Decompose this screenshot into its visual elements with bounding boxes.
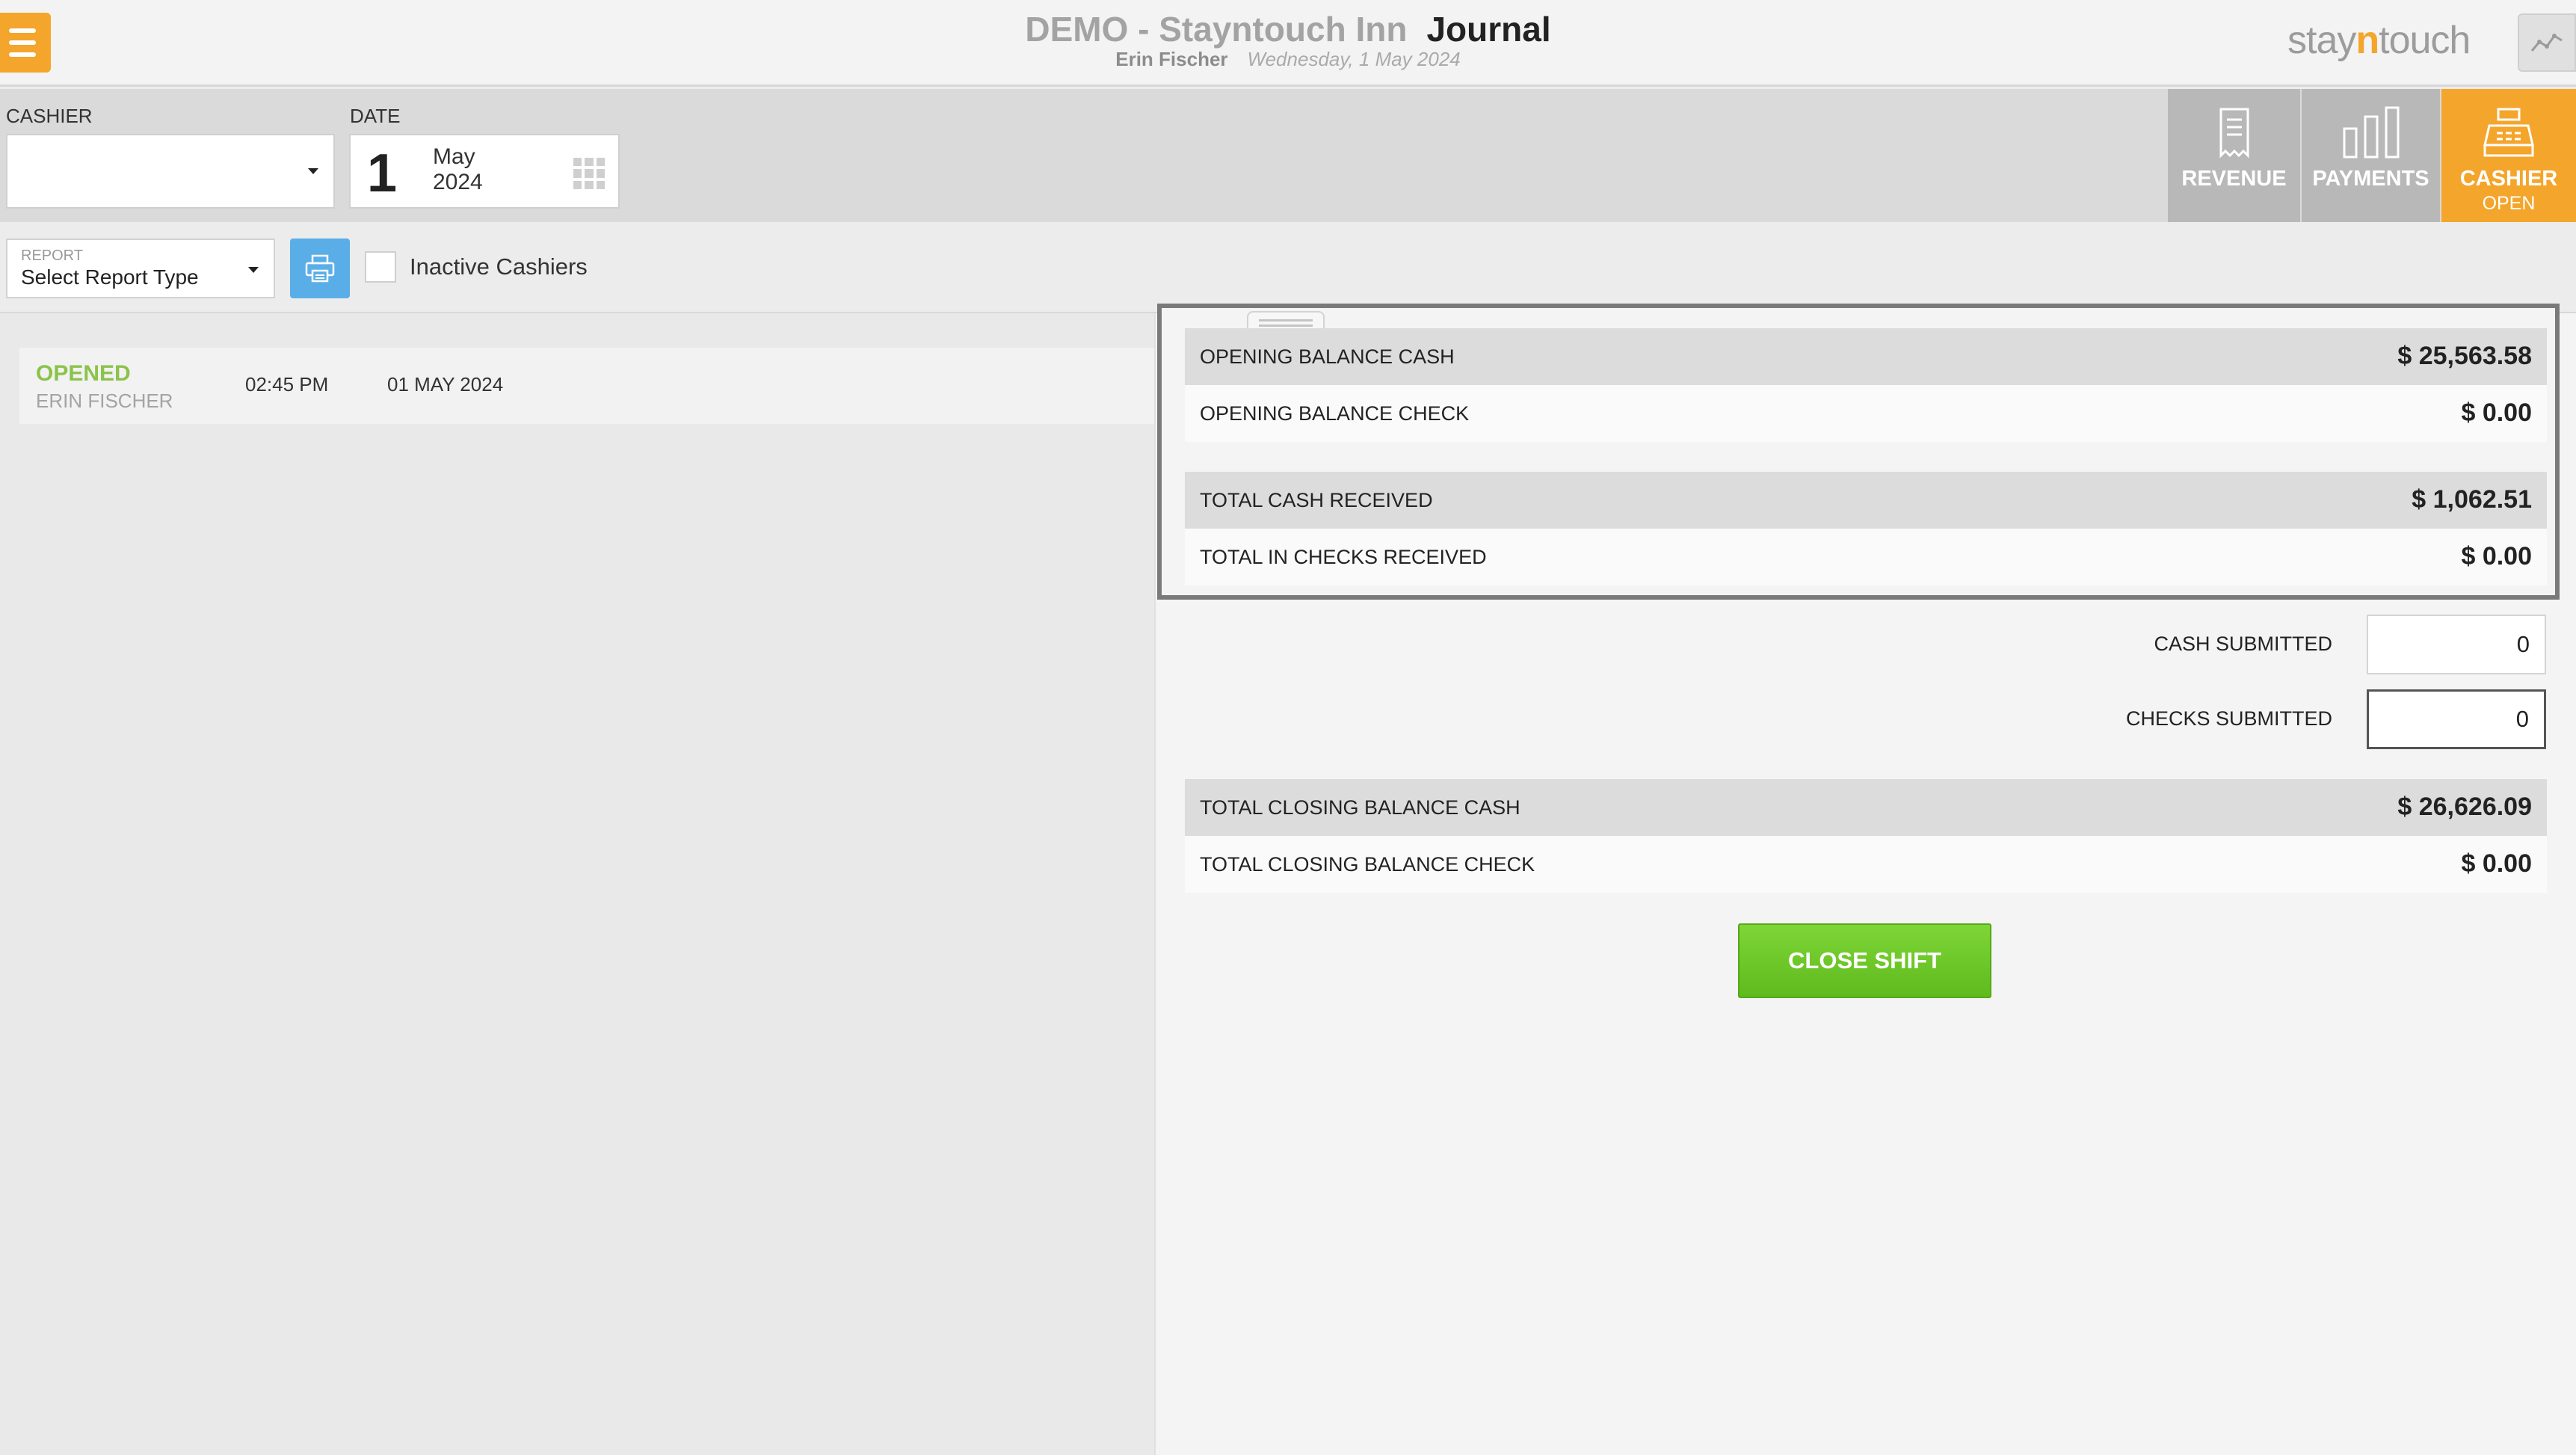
header-title: DEMO - Stayntouch Inn Journal [0, 9, 2576, 49]
tab-cashier[interactable]: CASHIER OPEN [2441, 89, 2576, 222]
inactive-cashiers-checkbox[interactable] [365, 251, 396, 283]
total-checks-received-value: $ 0.00 [2461, 542, 2532, 570]
shift-row[interactable]: OPENED ERIN FISCHER 02:45 PM 01 MAY 2024 [19, 348, 1154, 424]
print-button[interactable] [290, 239, 350, 298]
cash-register-icon [2482, 102, 2536, 162]
inactive-cashiers-label: Inactive Cashiers [410, 253, 588, 280]
shift-list-panel [0, 313, 1154, 1455]
opening-balance-check-row: OPENING BALANCE CHECK $ 0.00 [1185, 385, 2547, 442]
shift-status: OPENED [36, 361, 131, 386]
opening-balance-cash-label: OPENING BALANCE CASH [1200, 345, 1455, 368]
closing-balance-cash-label: TOTAL CLOSING BALANCE CASH [1200, 796, 1520, 819]
total-cash-received-row: TOTAL CASH RECEIVED $ 1,062.51 [1185, 472, 2547, 529]
tab-cashier-status: OPEN [2482, 193, 2536, 214]
cash-submitted-input[interactable] [2367, 615, 2546, 674]
shift-cashier-name: ERIN FISCHER [36, 390, 173, 412]
business-date: Wednesday, 1 May 2024 [1247, 48, 1461, 70]
bar-chart-icon [2341, 102, 2401, 162]
checks-submitted-input[interactable] [2367, 689, 2546, 749]
total-cash-received-label: TOTAL CASH RECEIVED [1200, 489, 1433, 511]
hotel-name: DEMO - Stayntouch Inn [1025, 10, 1408, 49]
shift-time: 02:45 PM [245, 373, 329, 396]
report-type-dropdown[interactable]: REPORT Select Report Type [6, 239, 275, 298]
header-subtitle: Erin Fischer Wednesday, 1 May 2024 [0, 48, 2576, 71]
receipt-icon [2218, 102, 2251, 162]
date-label: DATE [350, 105, 401, 127]
close-shift-button[interactable]: CLOSE SHIFT [1738, 923, 1991, 998]
date-year: 2024 [433, 170, 483, 194]
date-month: May [433, 144, 475, 169]
printer-icon [305, 254, 335, 283]
total-checks-received-label: TOTAL IN CHECKS RECEIVED [1200, 546, 1487, 568]
closing-balance-cash-value: $ 26,626.09 [2397, 793, 2532, 821]
tab-revenue-label: REVENUE [2181, 167, 2287, 191]
closing-balance-cash-row: TOTAL CLOSING BALANCE CASH $ 26,626.09 [1185, 779, 2547, 836]
tab-payments[interactable]: PAYMENTS [2302, 89, 2440, 222]
closing-balance-check-value: $ 0.00 [2461, 849, 2532, 878]
user-name: Erin Fischer [1115, 48, 1228, 70]
total-cash-received-value: $ 1,062.51 [2412, 485, 2532, 514]
tab-cashier-label: CASHIER [2459, 167, 2558, 191]
calendar-grid-icon[interactable] [573, 158, 605, 189]
date-picker[interactable]: 1 May 2024 [349, 134, 620, 209]
shift-date: 01 MAY 2024 [387, 373, 504, 396]
closing-balance-check-row: TOTAL CLOSING BALANCE CHECK $ 0.00 [1185, 836, 2547, 893]
cash-submitted-label: CASH SUBMITTED [2154, 633, 2332, 655]
total-checks-received-row: TOTAL IN CHECKS RECEIVED $ 0.00 [1185, 529, 2547, 585]
chevron-down-icon [248, 267, 259, 273]
checks-submitted-label: CHECKS SUBMITTED [2125, 707, 2332, 730]
activity-graph-icon[interactable] [2518, 13, 2576, 72]
top-header: DEMO - Stayntouch Inn Journal Erin Fische… [0, 0, 2576, 87]
chevron-down-icon [308, 168, 318, 174]
tab-revenue[interactable]: REVENUE [2168, 89, 2300, 222]
tab-payments-label: PAYMENTS [2312, 167, 2429, 191]
opening-balance-check-label: OPENING BALANCE CHECK [1200, 402, 1470, 425]
brand-logo: stayntouch [2287, 19, 2471, 62]
page-title: Journal [1426, 10, 1551, 49]
opening-balance-check-value: $ 0.00 [2461, 399, 2532, 427]
cashier-label: CASHIER [6, 105, 93, 127]
date-day: 1 [367, 144, 398, 203]
closing-balance-check-label: TOTAL CLOSING BALANCE CHECK [1200, 853, 1535, 876]
report-type-value: Select Report Type [21, 265, 199, 289]
opening-balance-cash-row: OPENING BALANCE CASH $ 25,563.58 [1185, 328, 2547, 385]
report-label: REPORT [21, 247, 83, 264]
cashier-dropdown[interactable] [6, 134, 335, 209]
opening-balance-cash-value: $ 25,563.58 [2397, 342, 2532, 370]
